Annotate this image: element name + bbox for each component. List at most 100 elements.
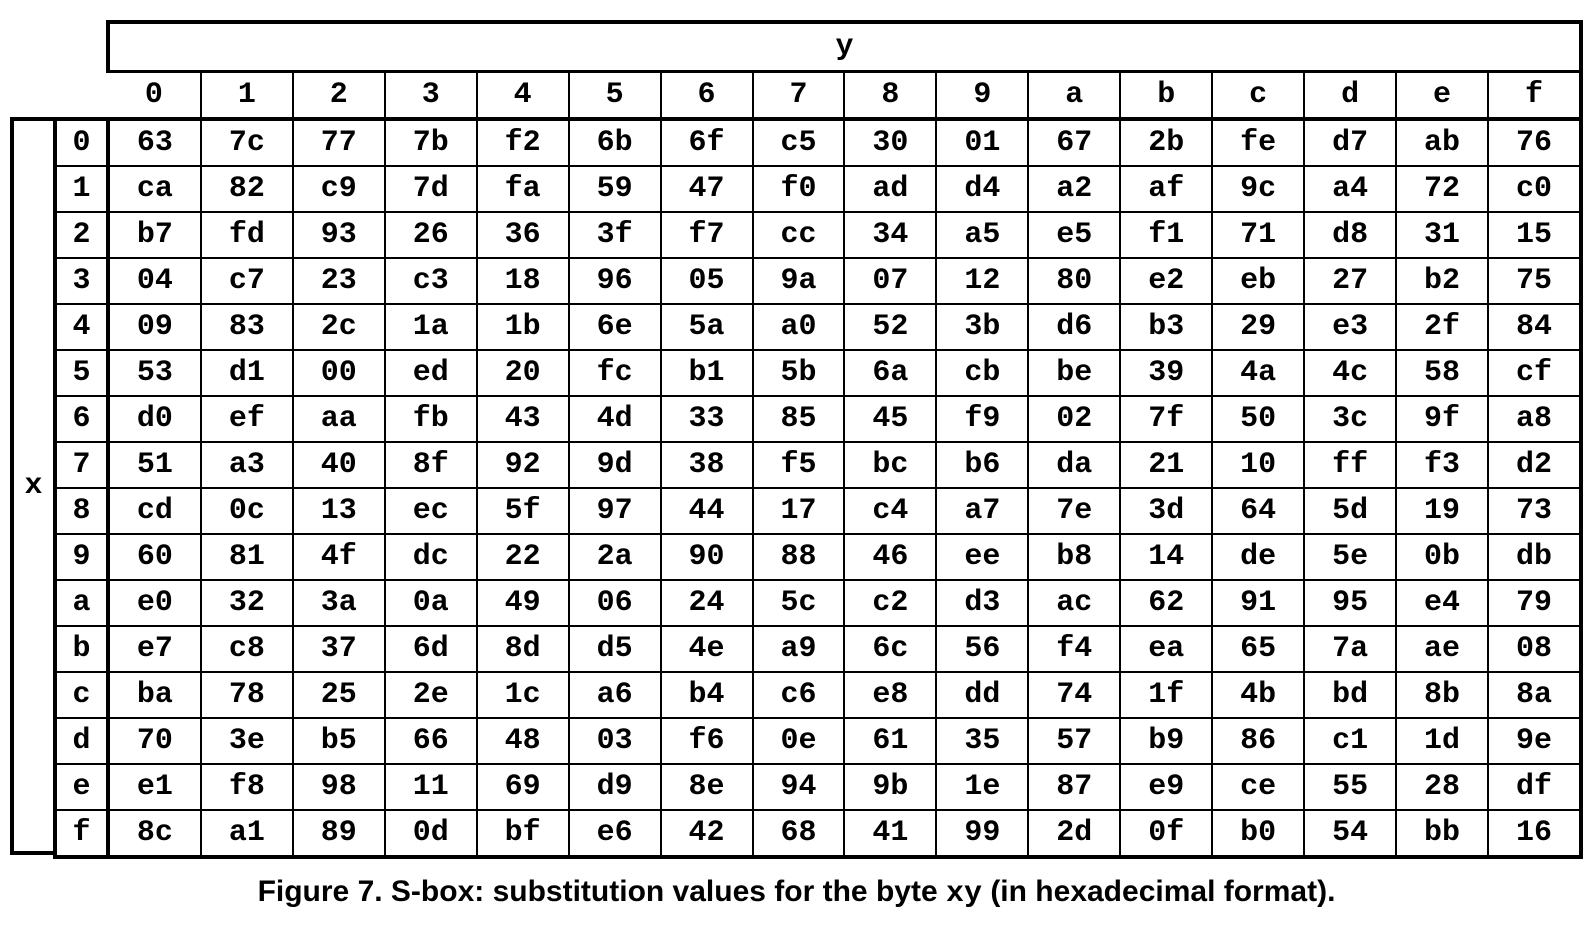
sbox-cell: cb [936, 350, 1028, 396]
row-header: 7 [55, 442, 108, 488]
sbox-cell: 7b [385, 119, 477, 166]
row-header: 8 [55, 488, 108, 534]
table-row: 0637c777bf26b6fc53001672bfed7ab76 [55, 119, 1581, 166]
table-row: 553d100ed20fcb15b6acbbe394a4c58cf [55, 350, 1581, 396]
sbox-cell: c6 [753, 672, 845, 718]
sbox-cell: 9c [1212, 166, 1304, 212]
sbox-cell: 26 [385, 212, 477, 258]
sbox-cell: 43 [477, 396, 569, 442]
sbox-cell: c2 [844, 580, 936, 626]
sbox-cell: 44 [661, 488, 753, 534]
column-header: 8 [844, 72, 936, 120]
row-header: b [55, 626, 108, 672]
sbox-cell: 14 [1120, 534, 1212, 580]
sbox-cell: 2a [569, 534, 661, 580]
sbox-cell: 77 [293, 119, 385, 166]
sbox-cell: d6 [1028, 304, 1120, 350]
sbox-cell: 07 [844, 258, 936, 304]
sbox-cell: 0d [385, 810, 477, 857]
sbox-cell: 4e [661, 626, 753, 672]
sbox-cell: 46 [844, 534, 936, 580]
sbox-cell: 47 [661, 166, 753, 212]
sbox-cell: dd [936, 672, 1028, 718]
sbox-cell: 3d [1120, 488, 1212, 534]
table-row: f8ca1890dbfe6426841992d0fb054bb16 [55, 810, 1581, 857]
sbox-table: y 0123456789abcdef 0637c777bf26b6fc53001… [53, 20, 1583, 859]
sbox-cell: fe [1212, 119, 1304, 166]
sbox-cell: 24 [661, 580, 753, 626]
sbox-cell: f1 [1120, 212, 1212, 258]
sbox-cell: f3 [1396, 442, 1488, 488]
row-header: 6 [55, 396, 108, 442]
sbox-cell: da [1028, 442, 1120, 488]
sbox-cell: bc [844, 442, 936, 488]
sbox-cell: aa [293, 396, 385, 442]
sbox-cell: a3 [201, 442, 293, 488]
sbox-cell: 2e [385, 672, 477, 718]
sbox-cell: 3f [569, 212, 661, 258]
sbox-cell: 30 [844, 119, 936, 166]
sbox-cell: af [1120, 166, 1212, 212]
column-header: a [1028, 72, 1120, 120]
sbox-cell: ff [1304, 442, 1396, 488]
sbox-cell: 99 [936, 810, 1028, 857]
sbox-cell: 2f [1396, 304, 1488, 350]
sbox-cell: ca [108, 166, 201, 212]
sbox-cell: 40 [293, 442, 385, 488]
sbox-cell: f7 [661, 212, 753, 258]
sbox-cell: be [1028, 350, 1120, 396]
sbox-cell: 88 [753, 534, 845, 580]
column-header-row: 0123456789abcdef [55, 72, 1581, 120]
sbox-cell: 2b [1120, 119, 1212, 166]
sbox-cell: e1 [108, 764, 201, 810]
row-header: d [55, 718, 108, 764]
caption-prefix: Figure 7. S-box: substitution values for… [258, 875, 946, 908]
table-row: 6d0efaafb434d338545f9027f503c9fa8 [55, 396, 1581, 442]
sbox-cell: 65 [1212, 626, 1304, 672]
sbox-cell: d0 [108, 396, 201, 442]
sbox-cell: c4 [844, 488, 936, 534]
sbox-cell: b2 [1396, 258, 1488, 304]
sbox-cell: 0f [1120, 810, 1212, 857]
sbox-cell: d9 [569, 764, 661, 810]
sbox-cell: ba [108, 672, 201, 718]
sbox-cell: e3 [1304, 304, 1396, 350]
sbox-cell: 03 [569, 718, 661, 764]
sbox-cell: 81 [201, 534, 293, 580]
sbox-cell: 0b [1396, 534, 1488, 580]
sbox-cell: b9 [1120, 718, 1212, 764]
sbox-cell: 31 [1396, 212, 1488, 258]
sbox-cell: 91 [1212, 580, 1304, 626]
sbox-cell: 45 [844, 396, 936, 442]
sbox-cell: 61 [844, 718, 936, 764]
sbox-cell: 8b [1396, 672, 1488, 718]
sbox-cell: 62 [1120, 580, 1212, 626]
sbox-cell: 8e [661, 764, 753, 810]
sbox-cell: 6c [844, 626, 936, 672]
sbox-cell: 55 [1304, 764, 1396, 810]
sbox-cell: 82 [201, 166, 293, 212]
row-header: 0 [55, 119, 108, 166]
sbox-cell: 41 [844, 810, 936, 857]
sbox-cell: 79 [1488, 580, 1581, 626]
sbox-cell: b0 [1212, 810, 1304, 857]
sbox-cell: f9 [936, 396, 1028, 442]
sbox-cell: 4d [569, 396, 661, 442]
sbox-cell: 9f [1396, 396, 1488, 442]
sbox-cell: 6b [569, 119, 661, 166]
sbox-cell: 06 [569, 580, 661, 626]
sbox-cell: 95 [1304, 580, 1396, 626]
sbox-cell: 7e [1028, 488, 1120, 534]
sbox-cell: 39 [1120, 350, 1212, 396]
sbox-cell: 08 [1488, 626, 1581, 672]
sbox-cell: 3b [936, 304, 1028, 350]
sbox-cell: c7 [201, 258, 293, 304]
sbox-cell: 90 [661, 534, 753, 580]
sbox-cell: 9b [844, 764, 936, 810]
sbox-cell: bf [477, 810, 569, 857]
sbox-cell: 25 [293, 672, 385, 718]
sbox-cell: 37 [293, 626, 385, 672]
sbox-cell: 01 [936, 119, 1028, 166]
sbox-cell: 13 [293, 488, 385, 534]
sbox-cell: a6 [569, 672, 661, 718]
